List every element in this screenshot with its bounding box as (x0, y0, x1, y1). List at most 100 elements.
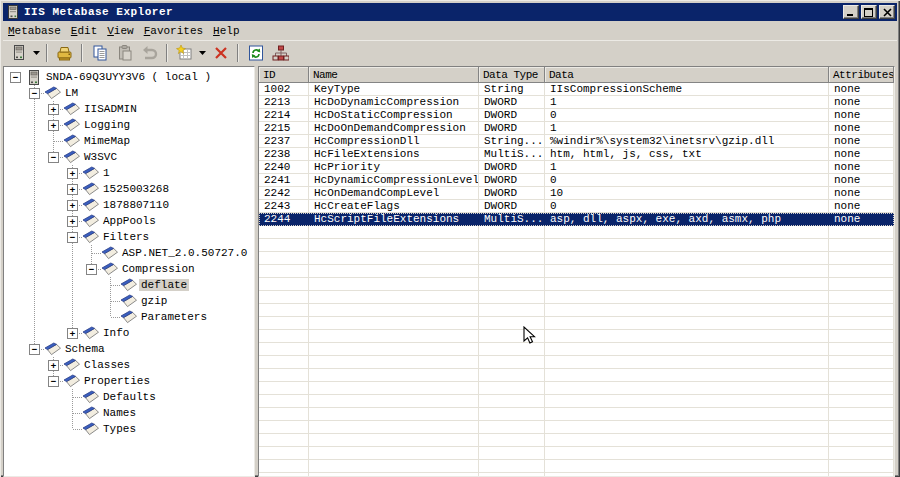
minimize-button[interactable] (843, 5, 859, 19)
tree-item-deflate[interactable]: deflate (4, 277, 254, 293)
list-row-empty[interactable] (259, 278, 894, 291)
tree-item-apppools[interactable]: +AppPools (4, 213, 254, 229)
new-key-button[interactable] (172, 43, 197, 63)
list-row-2215[interactable]: 2215HcDoOnDemandCompressionDWORD1none (259, 122, 894, 135)
list-row-2240[interactable]: 2240HcPriorityDWORD1none (259, 161, 894, 174)
close-button[interactable] (879, 5, 895, 19)
tree-item-names[interactable]: Names (4, 405, 254, 421)
tree-item-compression[interactable]: −Compression (4, 261, 254, 277)
list-row-empty[interactable] (259, 434, 894, 447)
key-icon (120, 294, 137, 309)
list-row-empty[interactable] (259, 356, 894, 369)
column-header-name[interactable]: Name (309, 67, 479, 83)
tree-expander-minus[interactable]: − (29, 344, 40, 355)
tree-item-w3svc[interactable]: −W3SVC (4, 149, 254, 165)
column-header-id[interactable]: ID (259, 67, 309, 83)
list-row-empty[interactable] (259, 460, 894, 473)
list-row-2237[interactable]: 2237HcCompressionDllString...%windir%\sy… (259, 135, 894, 148)
tree-expander-minus[interactable]: − (86, 264, 97, 275)
list-row-empty[interactable] (259, 265, 894, 278)
column-header-data[interactable]: Data (545, 67, 829, 83)
tree-expander-minus[interactable]: − (67, 232, 78, 243)
tree-item-1525003268[interactable]: +1525003268 (4, 181, 254, 197)
title-bar[interactable]: IIS Metabase Explorer (3, 3, 897, 21)
column-header-attributes[interactable]: Attributes (829, 67, 894, 83)
list-row-2243[interactable]: 2243HcCreateFlagsDWORD0none (259, 200, 894, 213)
menu-help[interactable]: Help (208, 22, 244, 40)
tree-item-iisadmin[interactable]: +IISADMIN (4, 101, 254, 117)
delete-button[interactable] (208, 43, 233, 63)
list-row-empty[interactable] (259, 395, 894, 408)
tree-item-asp-net-2-0-50727-0[interactable]: ASP.NET_2.0.50727.0 (4, 245, 254, 261)
tree-item-schema[interactable]: −Schema (4, 341, 254, 357)
tree-expander-plus[interactable]: + (48, 104, 59, 115)
list-row-empty[interactable] (259, 421, 894, 434)
tree-expander-minus[interactable]: − (10, 72, 21, 83)
menu-edit[interactable]: Edit (66, 22, 102, 40)
list-panel: IDNameData TypeDataAttributes 1002KeyTyp… (258, 66, 895, 477)
paste-button[interactable] (112, 43, 137, 63)
mouse-cursor (523, 326, 536, 345)
tree-expander-plus[interactable]: + (67, 168, 78, 179)
tree-expander-minus[interactable]: − (48, 152, 59, 163)
tree-item-gzip[interactable]: gzip (4, 293, 254, 309)
maximize-button[interactable] (861, 5, 877, 19)
list-row-empty[interactable] (259, 239, 894, 252)
tree-expander-plus[interactable]: + (67, 184, 78, 195)
list-row-2213[interactable]: 2213HcDoDynamicCompressionDWORD1none (259, 96, 894, 109)
list-row-empty[interactable] (259, 473, 894, 476)
list-row-empty[interactable] (259, 447, 894, 460)
menu-view[interactable]: View (102, 22, 138, 40)
tree-item-types[interactable]: Types (4, 421, 254, 437)
column-header-data-type[interactable]: Data Type (479, 67, 545, 83)
list-row-empty[interactable] (259, 382, 894, 395)
list-row-2214[interactable]: 2214HcDoStaticCompressionDWORD0none (259, 109, 894, 122)
list-row-1002[interactable]: 1002KeyTypeStringIIsCompressionSchemenon… (259, 83, 894, 96)
tree-item-1[interactable]: +1 (4, 165, 254, 181)
tree-expander-plus[interactable]: + (67, 216, 78, 227)
tree-item-properties[interactable]: −Properties (4, 373, 254, 389)
tree-item-classes[interactable]: +Classes (4, 357, 254, 373)
list-row-2242[interactable]: 2242HcOnDemandCompLevelDWORD10none (259, 187, 894, 200)
tree-item-mimemap[interactable]: MimeMap (4, 133, 254, 149)
list-row-2238[interactable]: 2238HcFileExtensionsMultiS...htm, html, … (259, 148, 894, 161)
list-row-empty[interactable] (259, 304, 894, 317)
tree-expander-plus[interactable]: + (48, 120, 59, 131)
list-row-2244[interactable]: 2244HcScriptFileExtensionsMultiS...asp, … (259, 213, 894, 226)
tree-item-filters[interactable]: −Filters (4, 229, 254, 245)
refresh-button[interactable] (243, 43, 268, 63)
list-row-empty[interactable] (259, 291, 894, 304)
tree-item-info[interactable]: +Info (4, 325, 254, 341)
copy-button[interactable] (87, 43, 112, 63)
tree-item-1878807110[interactable]: +1878807110 (4, 197, 254, 213)
toolbar-separator (237, 44, 239, 62)
list-rows: 1002KeyTypeStringIIsCompressionSchemenon… (259, 83, 894, 476)
export-button[interactable] (52, 43, 77, 63)
list-row-empty[interactable] (259, 369, 894, 382)
new-key-dropdown-icon[interactable] (197, 43, 208, 63)
list-row-empty[interactable] (259, 408, 894, 421)
tree-item-defaults[interactable]: Defaults (4, 389, 254, 405)
tree-expander-plus[interactable]: + (67, 328, 78, 339)
list-row-empty[interactable] (259, 226, 894, 239)
menu-metabase[interactable]: Metabase (3, 22, 66, 40)
list-row-empty[interactable] (259, 330, 894, 343)
connect-server-button[interactable] (6, 43, 31, 63)
list-row-2241[interactable]: 2241HcDynamicCompressionLevelDWORD0none (259, 174, 894, 187)
list-row-empty[interactable] (259, 252, 894, 265)
tree-expander-minus[interactable]: − (48, 376, 59, 387)
list-row-empty[interactable] (259, 317, 894, 330)
tree-item-lm[interactable]: −LM (4, 85, 254, 101)
list-row-empty[interactable] (259, 343, 894, 356)
tree-expander-plus[interactable]: + (67, 200, 78, 211)
tree-item-logging[interactable]: +Logging (4, 117, 254, 133)
tree-item-parameters[interactable]: Parameters (4, 309, 254, 325)
tree-expander-plus[interactable]: + (48, 360, 59, 371)
tree-expander-minus[interactable]: − (29, 88, 40, 99)
window-title: IIS Metabase Explorer (24, 6, 841, 18)
hierarchy-button[interactable] (268, 43, 293, 63)
connect-dropdown-icon[interactable] (31, 43, 42, 63)
undo-button[interactable] (137, 43, 162, 63)
menu-favorites[interactable]: Favorites (139, 22, 208, 40)
tree-item-snda-69q3uyy3v6-local-[interactable]: −SNDA-69Q3UYY3V6 ( local ) (4, 69, 254, 85)
